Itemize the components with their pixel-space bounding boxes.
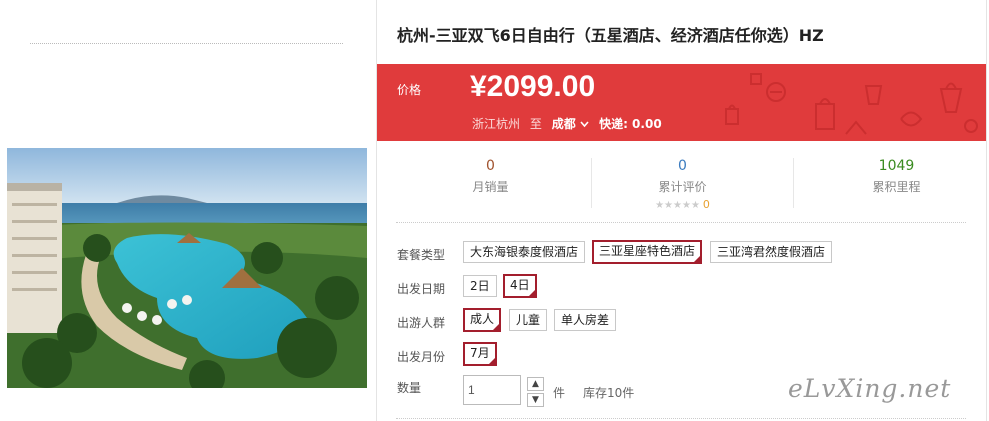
points-label: 累积里程: [872, 180, 921, 194]
month-label: 出发月份: [397, 350, 446, 364]
package-option-sanyawan[interactable]: 三亚湾君然度假酒店: [710, 241, 833, 263]
section-divider: [396, 222, 966, 223]
quantity-decrease-button[interactable]: ▼: [527, 393, 544, 407]
hotel-photo-image: [7, 148, 367, 388]
route-to: 至: [529, 117, 542, 131]
quantity-increase-button[interactable]: ▲: [527, 377, 544, 391]
quantity-unit: 件: [553, 386, 566, 400]
destination-select[interactable]: 成都: [552, 117, 593, 131]
price-value: ¥2099.00: [470, 70, 596, 103]
reviews-value: 0: [678, 158, 687, 174]
stats-row: 0 月销量 0 累计评价 ★★★★★ 0 1049 累积里程: [377, 150, 986, 220]
hotel-photo[interactable]: [7, 148, 367, 388]
month-option-7[interactable]: 7月: [463, 342, 497, 366]
points-value: 1049: [878, 158, 915, 174]
watermark: eLvXing.net: [788, 374, 952, 403]
price-bar: 价格 ¥2099.00 浙江杭州 至 成都 快递: 0.00: [377, 64, 986, 141]
monthly-sales-stat: 0 月销量: [389, 150, 592, 195]
destination-city: 成都: [551, 117, 576, 131]
group-option-adult[interactable]: 成人: [463, 308, 502, 332]
origin-city: 浙江杭州: [472, 117, 521, 131]
panel-border-right: [986, 0, 987, 421]
stock-text: 库存10件: [583, 386, 635, 400]
points-stat: 1049 累积里程: [795, 150, 989, 195]
shipping-route: 浙江杭州 至 成都 快递: 0.00: [472, 115, 662, 132]
package-option-xingzuo[interactable]: 三亚星座特色酒店: [592, 240, 703, 264]
reviews-label: 累计评价: [658, 180, 707, 194]
package-option-dadonghai[interactable]: 大东海银泰度假酒店: [463, 241, 586, 263]
group-label: 出游人群: [397, 316, 446, 330]
reviews-stat[interactable]: 0 累计评价 ★★★★★ 0: [581, 150, 784, 211]
shipping-fee: 快递: 0.00: [599, 117, 662, 131]
rating-stars: ★★★★★ 0: [581, 198, 784, 211]
chevron-down-icon: [580, 117, 593, 131]
stat-divider: [793, 158, 794, 208]
date-option-2[interactable]: 2日: [463, 275, 497, 297]
quantity-label: 数量: [397, 381, 422, 395]
review-count: 0: [702, 198, 710, 211]
group-option-single[interactable]: 单人房差: [554, 309, 617, 331]
date-option-4[interactable]: 4日: [503, 274, 537, 298]
chevron-down-icon: ▼: [532, 395, 539, 405]
left-divider: [30, 43, 343, 44]
monthly-sales-label: 月销量: [472, 180, 509, 194]
shopping-pattern-icon: [725, 73, 978, 135]
price-label: 价格: [397, 83, 422, 97]
chevron-up-icon: ▲: [532, 379, 539, 389]
monthly-sales-value: 0: [486, 158, 495, 174]
bottom-divider: [396, 418, 966, 419]
package-label: 套餐类型: [397, 248, 446, 262]
date-label: 出发日期: [397, 282, 446, 296]
group-option-child[interactable]: 儿童: [509, 309, 548, 331]
quantity-input[interactable]: [463, 375, 521, 405]
product-title: 杭州-三亚双飞6日自由行（五星酒店、经济酒店任你选）HZ: [397, 26, 824, 45]
star-icon: ★★★★★: [655, 200, 700, 211]
